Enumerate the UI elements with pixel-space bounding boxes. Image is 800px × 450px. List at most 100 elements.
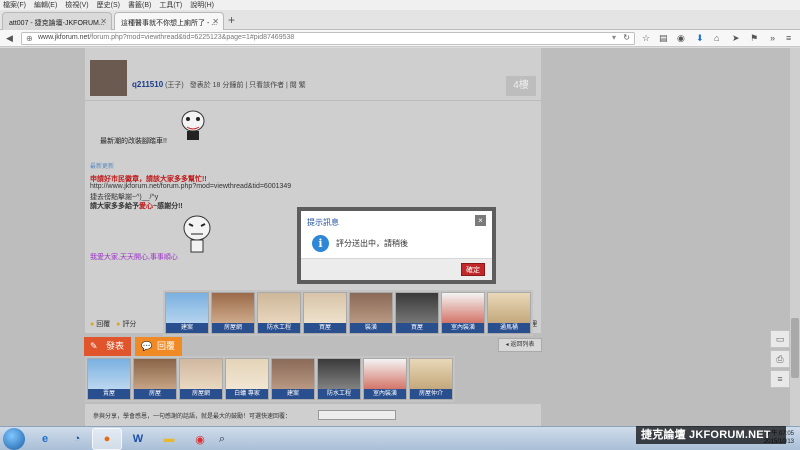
more-icon[interactable]: » — [770, 33, 775, 43]
post-rate-link[interactable]: 評分 — [122, 321, 136, 328]
ad-tile[interactable]: 房屋網 — [179, 358, 223, 400]
ad-tile[interactable]: 建案 — [165, 292, 209, 334]
ad-caption: 賣屋 — [88, 389, 130, 399]
post-actions: ● 回覆 ● 評分 — [90, 319, 136, 329]
post-meta: 發表於 18 分鐘前 | 只看該作者 | 閱 繁 — [189, 82, 306, 89]
reload-icon[interactable]: ↻ — [623, 33, 630, 42]
download-icon[interactable]: ⬇ — [696, 33, 704, 44]
dropdown-icon[interactable]: ▾ — [612, 33, 616, 42]
close-tab-icon[interactable]: ✕ — [100, 17, 107, 26]
tab-2[interactable]: 這種醫事就不你想上廁所了 - ... ✕ — [114, 12, 224, 30]
ad-caption: 買屋 — [304, 323, 346, 333]
new-tab-icon[interactable]: + — [228, 13, 235, 27]
ad-grid-bottom: 賣屋 房屋 房屋網 白蟻 專家 建案 防水工程 室內裝潢 房屋仲介 — [85, 356, 455, 402]
ad-caption: 房屋 — [134, 389, 176, 399]
post-line-shoe: 最新潮的改裝腳踏車!! — [100, 138, 167, 145]
modal-message: 評分送出中，請稍後 — [336, 239, 408, 248]
back-to-list-button[interactable]: ◂ 返回列表 — [498, 338, 542, 352]
tab-2-label: 這種醫事就不你想上廁所了 - ... — [121, 20, 218, 27]
search-icon[interactable]: ⌕ — [207, 428, 237, 450]
ad-tile[interactable]: 室內裝潢 — [441, 292, 485, 334]
post-ask-a: 請大家多多給予 — [90, 203, 139, 210]
ad-tile[interactable]: 室內裝潢 — [363, 358, 407, 400]
ie-icon[interactable]: e — [30, 428, 60, 450]
firefox-icon[interactable]: ● — [92, 428, 122, 450]
url-bar[interactable]: ⊕ www.jkforum.net/forum.php?mod=viewthre… — [21, 32, 635, 45]
menu-history[interactable]: 歷史(S) — [97, 0, 120, 10]
ad-grid-top: 建案 房屋網 防水工程 買屋 裝潢 買屋 室內裝潢 通馬桶 — [163, 290, 533, 336]
ad-tile[interactable]: 房屋網 — [211, 292, 255, 334]
confirm-button[interactable]: 確定 — [461, 263, 485, 276]
extension-icon[interactable]: ⚑ — [750, 33, 758, 44]
post-line-ask: 請大家多多給予愛心~感謝分!! — [90, 201, 183, 211]
comment-icon[interactable]: ▭ — [770, 330, 790, 348]
reply-button[interactable]: 💬 回覆 — [135, 337, 182, 356]
reply-label: 回覆 — [157, 341, 176, 351]
back-arrow-icon[interactable]: ◀ — [6, 33, 13, 44]
post-line-link[interactable]: http://www.jkforum.net/forum.php?mod=vie… — [90, 183, 291, 190]
ad-tile[interactable]: 賣屋 — [87, 358, 131, 400]
ad-caption: 裝潢 — [350, 323, 392, 333]
ad-caption: 房屋仲介 — [410, 389, 452, 399]
share-icon[interactable]: ⎙ — [770, 350, 790, 368]
ad-caption: 通馬桶 — [488, 323, 530, 333]
send-icon[interactable]: ➤ — [732, 33, 740, 44]
share-row: 參與分享，學會感恩，一句感謝的話語，就是最大的鼓勵！可選快速回覆： — [85, 404, 541, 426]
avatar[interactable] — [90, 60, 127, 96]
modal-footer: 確定 — [301, 258, 492, 280]
url-path: /forum.php?mod=viewthread&tid=6225123&pa… — [89, 34, 295, 41]
word-icon[interactable]: W — [123, 428, 153, 450]
divider — [85, 100, 541, 101]
pocket-icon[interactable]: ◉ — [677, 33, 685, 44]
menu-edit[interactable]: 編輯(E) — [34, 0, 57, 10]
menu-tools[interactable]: 工具(T) — [159, 0, 182, 10]
ad-caption: 室內裝潢 — [364, 389, 406, 399]
menu-bookmarks[interactable]: 書籤(B) — [128, 0, 151, 10]
ad-tile[interactable]: 買屋 — [303, 292, 347, 334]
ad-tile[interactable]: 房屋 — [133, 358, 177, 400]
menu-file[interactable]: 檔案(F) — [3, 0, 26, 10]
menu-icon[interactable]: ≡ — [770, 370, 790, 388]
bookmark-star-icon[interactable]: ☆ — [642, 33, 650, 44]
ad-caption: 防水工程 — [318, 389, 360, 399]
ad-tile[interactable]: 白蟻 專家 — [225, 358, 269, 400]
chat-bubble-icon: 💬 — [141, 341, 153, 351]
ad-tile[interactable]: 裝潢 — [349, 292, 393, 334]
ad-caption: 白蟻 專家 — [226, 389, 268, 399]
post-reply-link[interactable]: 回覆 — [96, 321, 110, 328]
post-username[interactable]: q211510 — [132, 80, 163, 89]
ad-caption: 建案 — [166, 323, 208, 333]
post-header: q211510 (王子) 發表於 18 分鐘前 | 只看該作者 | 閱 繁 — [132, 80, 306, 90]
scroll-thumb[interactable] — [791, 318, 799, 378]
globe-icon: ⊕ — [26, 34, 33, 43]
ad-caption: 買屋 — [396, 323, 438, 333]
quick-reply-select[interactable] — [318, 410, 396, 420]
start-button[interactable] — [3, 428, 25, 450]
reading-list-icon[interactable]: ▤ — [659, 33, 668, 44]
ad-tile[interactable]: 通馬桶 — [487, 292, 531, 334]
ad-tile[interactable]: 建案 — [271, 358, 315, 400]
url-host: www.jkforum.net — [38, 34, 90, 41]
close-tab-icon[interactable]: ✕ — [212, 17, 219, 26]
new-post-label: 發表 — [106, 341, 125, 351]
ad-tile[interactable]: 買屋 — [395, 292, 439, 334]
menu-view[interactable]: 檢視(V) — [65, 0, 88, 10]
info-icon: i — [312, 235, 329, 252]
ad-caption: 防水工程 — [258, 323, 300, 333]
home-icon[interactable]: ⌂ — [714, 33, 719, 43]
app-icon[interactable]: ◔ — [62, 428, 92, 450]
folder-icon[interactable]: ▬ — [154, 428, 184, 450]
close-icon[interactable]: × — [475, 215, 486, 226]
ad-caption: 建案 — [272, 389, 314, 399]
ad-tile[interactable]: 防水工程 — [257, 292, 301, 334]
page-scrollbar[interactable] — [790, 48, 800, 426]
ad-caption: 室內裝潢 — [442, 323, 484, 333]
post-ask-c: ~感謝分!! — [153, 203, 183, 210]
ad-tile[interactable]: 防水工程 — [317, 358, 361, 400]
menu-help[interactable]: 說明(H) — [190, 0, 214, 10]
ad-tile[interactable]: 房屋仲介 — [409, 358, 453, 400]
tab-1[interactable]: att007 - 捷克論壇-JKFORUM... ✕ — [2, 12, 112, 30]
menu-bar: 檔案(F) 編輯(E) 檢視(V) 歷史(S) 書籤(B) 工具(T) 說明(H… — [0, 0, 800, 10]
hamburger-menu-icon[interactable]: ≡ — [786, 33, 791, 43]
new-post-button[interactable]: ✎ 發表 — [84, 337, 131, 356]
